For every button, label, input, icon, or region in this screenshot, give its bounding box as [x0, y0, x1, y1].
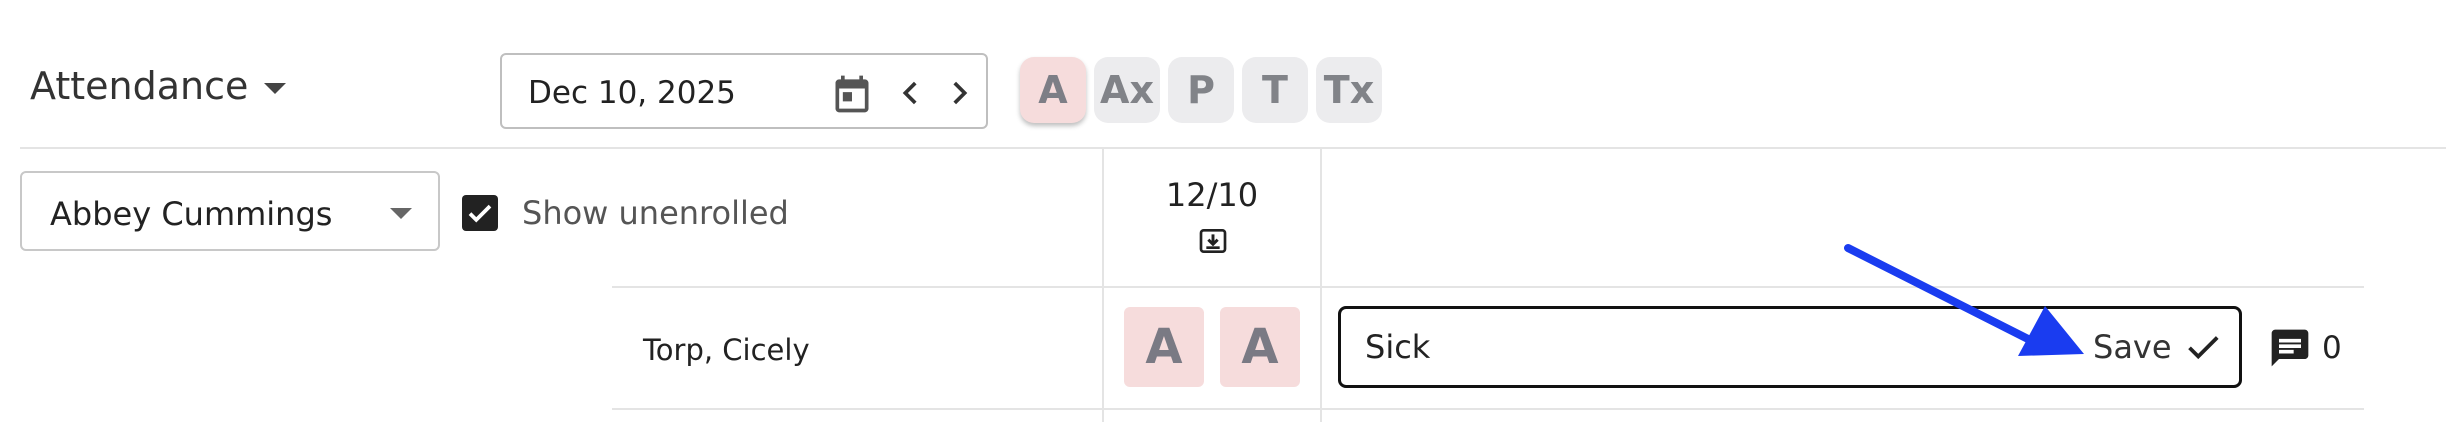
show-unenrolled-checkbox[interactable] [462, 195, 498, 231]
student-select-value: Abbey Cummings [50, 195, 333, 233]
status-ax-button[interactable]: Ax [1094, 57, 1160, 123]
date-picker[interactable]: Dec 10, 2025 [500, 53, 988, 129]
row-divider [612, 286, 2364, 288]
save-note-button[interactable]: Save [2093, 323, 2222, 371]
attendance-mark-button[interactable]: A [1124, 307, 1204, 387]
comment-icon[interactable] [2268, 326, 2312, 370]
page-title: Attendance [30, 64, 249, 108]
status-t-button[interactable]: T [1242, 57, 1308, 123]
comment-count: 0 [2322, 330, 2342, 366]
note-field[interactable]: Save [1338, 306, 2242, 388]
row-divider [612, 408, 2364, 410]
header-divider [20, 147, 2446, 149]
caret-down-icon [264, 82, 287, 94]
chevron-left-icon[interactable] [894, 76, 928, 110]
checkmark-icon [468, 204, 492, 223]
status-p-button[interactable]: P [1168, 57, 1234, 123]
annotation-arrow-icon [1844, 244, 2084, 356]
download-column-icon[interactable] [1196, 225, 1230, 257]
chevron-right-icon[interactable] [942, 76, 976, 110]
student-select[interactable]: Abbey Cummings [20, 171, 440, 251]
student-name: Torp, Cicely [643, 333, 810, 367]
status-a-button[interactable]: A [1020, 57, 1086, 123]
date-value: Dec 10, 2025 [528, 75, 736, 111]
status-tx-button[interactable]: Tx [1316, 57, 1382, 123]
check-icon [2187, 336, 2219, 360]
date-column-header: 12/10 [1165, 176, 1259, 214]
attendance-menu[interactable]: Attendance [30, 64, 287, 108]
attendance-mark-button[interactable]: A [1220, 307, 1300, 387]
chevron-down-icon [390, 208, 412, 219]
calendar-icon[interactable] [830, 72, 874, 116]
save-label: Save [2093, 328, 2172, 366]
show-unenrolled-label: Show unenrolled [522, 194, 789, 232]
